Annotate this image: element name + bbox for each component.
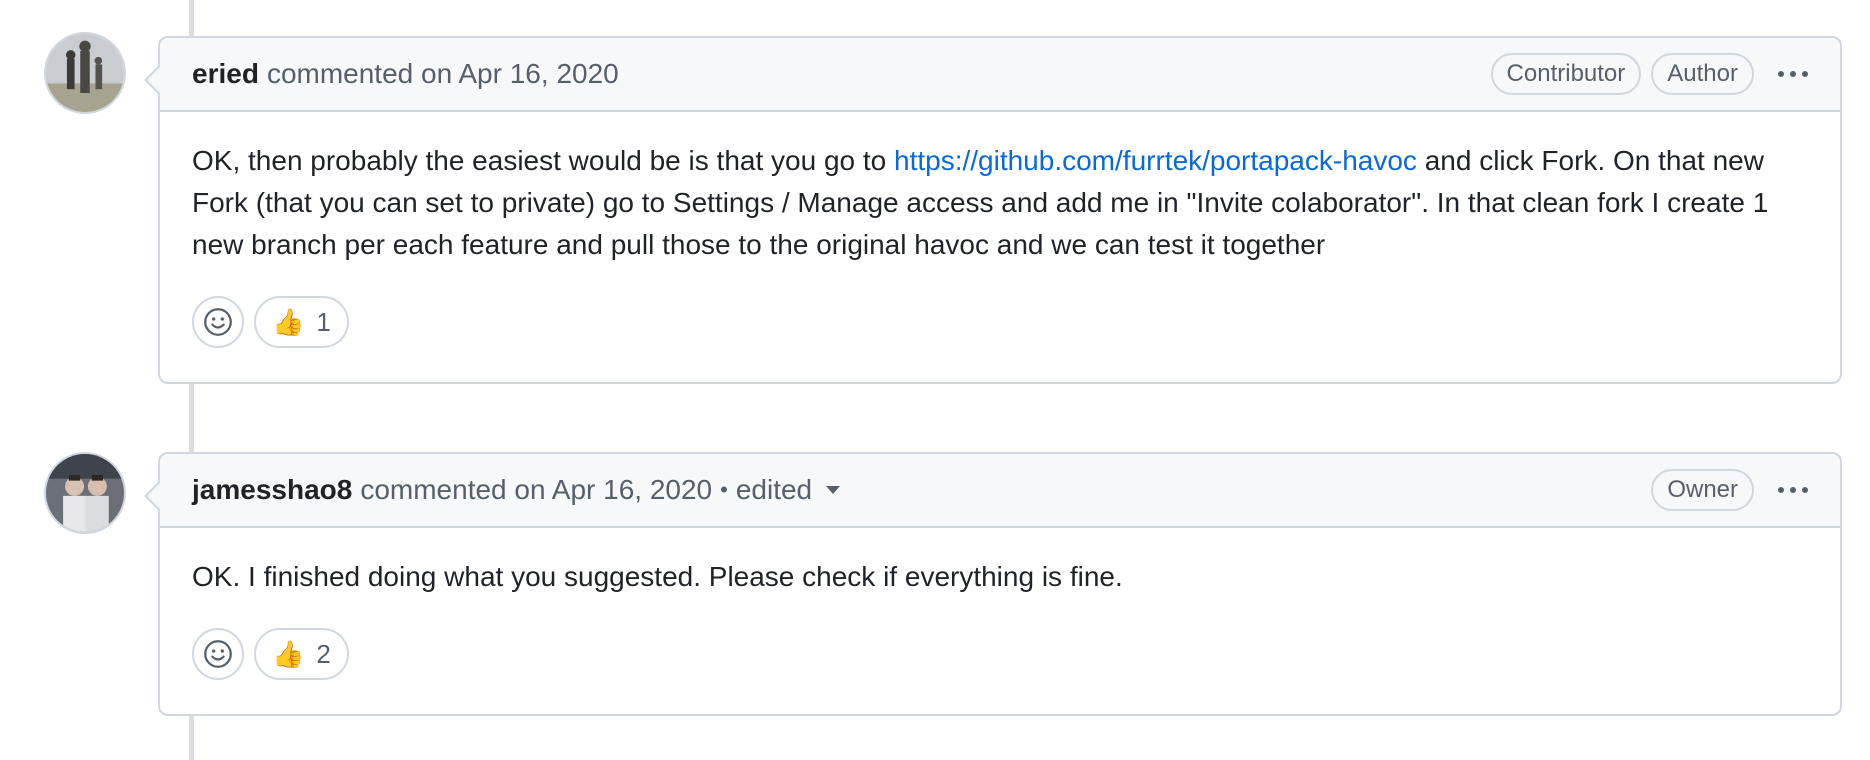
comment-author[interactable]: eried (192, 58, 259, 90)
comment-author[interactable]: jamesshao8 (192, 474, 352, 506)
comment-header: eried commented on Apr 16, 2020 Contribu… (144, 38, 1840, 112)
avatar-image (46, 34, 124, 112)
avatar-image (46, 454, 124, 532)
comment-text: OK, then probably the easiest would be i… (192, 145, 1769, 260)
thumbs-up-icon: 👍 (272, 307, 305, 337)
header-actions: Contributor Author (1490, 53, 1808, 95)
thumbs-up-reaction[interactable]: 👍 2 (254, 628, 349, 680)
contributor-badge: Contributor (1490, 53, 1642, 95)
reactions-bar: 👍 2 (192, 628, 1808, 680)
comment-pointer (144, 64, 161, 96)
edited-label: edited (735, 474, 813, 505)
triangle-down-icon (826, 486, 841, 494)
avatar-eried[interactable] (44, 32, 126, 114)
reaction-count: 2 (316, 639, 331, 669)
comment-body: OK, then probably the easiest would be i… (160, 112, 1840, 382)
edited-dropdown[interactable]: edited (735, 474, 841, 506)
kebab-horizontal-icon[interactable] (1778, 71, 1808, 77)
comment-text: OK. I finished doing what you suggested.… (192, 561, 1123, 592)
owner-badge: Owner (1651, 469, 1754, 511)
comment-timestamp[interactable]: commented on Apr 16, 2020 (360, 474, 712, 506)
comment-card: jamesshao8 commented on Apr 16, 2020 • e… (144, 452, 1842, 716)
reactions-bar: 👍 1 (192, 296, 1808, 348)
comment-header: jamesshao8 commented on Apr 16, 2020 • e… (144, 454, 1840, 528)
separator-dot: • (720, 477, 728, 502)
comment-body: OK. I finished doing what you suggested.… (160, 528, 1840, 714)
kebab-horizontal-icon[interactable] (1778, 487, 1808, 493)
comment-pointer (144, 480, 161, 512)
fork-link[interactable]: https://github.com/furrtek/portapack-hav… (894, 145, 1417, 176)
thumbs-up-icon: 👍 (272, 639, 305, 669)
comment-timestamp[interactable]: commented on Apr 16, 2020 (267, 58, 619, 90)
header-actions: Owner (1651, 469, 1808, 511)
smiley-icon (204, 308, 232, 336)
reaction-count: 1 (316, 307, 331, 337)
thumbs-up-reaction[interactable]: 👍 1 (254, 296, 349, 348)
smiley-icon (204, 640, 232, 668)
add-reaction-button[interactable] (192, 296, 244, 348)
add-reaction-button[interactable] (192, 628, 244, 680)
author-badge: Author (1651, 53, 1754, 95)
comment-card: eried commented on Apr 16, 2020 Contribu… (144, 36, 1842, 384)
avatar-jamesshao8[interactable] (44, 452, 126, 534)
